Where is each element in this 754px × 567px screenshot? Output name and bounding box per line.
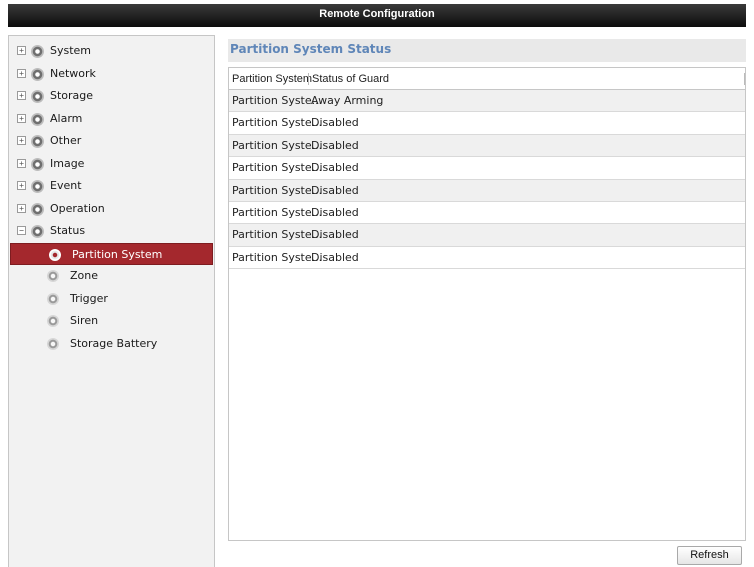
tree-item-label: Alarm <box>50 111 83 125</box>
gear-icon <box>31 45 44 58</box>
gear-icon <box>31 157 44 171</box>
gear-icon <box>31 135 44 148</box>
tree-item-trigger[interactable]: Trigger <box>9 288 214 311</box>
column-header-partition-system[interactable]: Partition System <box>232 68 312 90</box>
partition-cell: Partition Syste... <box>232 116 323 130</box>
tree-item-system[interactable]: + System <box>9 40 214 63</box>
partition-cell: Partition Syste... <box>232 94 323 107</box>
tree-item-status[interactable]: − Status <box>9 220 214 243</box>
tree-item-storage[interactable]: + Storage <box>9 85 214 108</box>
column-divider[interactable] <box>744 73 745 85</box>
expand-icon[interactable]: + <box>17 181 26 190</box>
column-header-status-of-guard[interactable]: Status of Guard <box>312 68 389 90</box>
column-divider[interactable] <box>308 73 309 85</box>
tree-item-label: System <box>50 44 92 57</box>
table-row[interactable]: Partition Syste... Disabled <box>229 179 745 202</box>
tree-item-label: Event <box>50 179 82 192</box>
window-titlebar: Remote Configuration <box>8 4 746 27</box>
tree-item-label: Trigger <box>70 291 108 305</box>
expand-icon[interactable]: + <box>17 203 26 213</box>
expand-icon[interactable]: + <box>17 46 26 55</box>
tree-item-label: Storage Battery <box>70 336 158 350</box>
tree-item-alarm[interactable]: + Alarm <box>9 108 214 131</box>
tree-item-label: Other <box>50 134 82 147</box>
guard-status-cell: Disabled <box>311 138 359 152</box>
status-table: Partition System Status of Guard Partiti… <box>228 67 746 541</box>
table-row[interactable]: Partition Syste... Disabled <box>229 224 745 247</box>
tree-item-label: Status <box>50 224 86 237</box>
gear-icon <box>47 315 59 327</box>
tree-item-partition-system[interactable]: Partition System <box>10 242 213 265</box>
tree-item-label: Image <box>50 156 85 170</box>
table-row[interactable]: Partition Syste... Disabled <box>229 246 745 270</box>
table-row[interactable]: Partition Syste... Away Arming <box>229 90 745 113</box>
partition-cell: Partition Syste... <box>232 250 323 264</box>
tree-item-other[interactable]: + Other <box>9 130 214 153</box>
tree-item-event[interactable]: + Event <box>9 175 214 198</box>
tree-item-label: Siren <box>70 314 99 327</box>
refresh-button[interactable]: Refresh <box>677 546 742 565</box>
guard-status-cell: Disabled <box>311 228 359 242</box>
guard-status-cell: Disabled <box>311 183 359 197</box>
tree-item-label: Operation <box>50 201 105 215</box>
collapse-icon[interactable]: − <box>17 226 26 235</box>
guard-status-cell: Disabled <box>311 205 359 219</box>
table-header: Partition System Status of Guard <box>229 68 745 90</box>
gear-icon <box>31 90 44 103</box>
page-title: Partition System Status <box>230 42 392 56</box>
tree-item-zone[interactable]: Zone <box>9 265 214 288</box>
gear-icon <box>31 225 44 238</box>
tree-item-label: Storage <box>50 89 94 102</box>
table-row[interactable]: Partition Syste... Disabled <box>229 201 745 225</box>
tree-item-label: Zone <box>70 269 99 282</box>
tree-item-image[interactable]: + Image <box>9 153 214 176</box>
expand-icon[interactable]: + <box>17 136 26 145</box>
table-row[interactable]: Partition Syste... Disabled <box>229 134 745 158</box>
guard-status-cell: Disabled <box>311 116 359 130</box>
gear-icon <box>31 202 44 216</box>
partition-cell: Partition Syste... <box>232 183 323 197</box>
guard-status-cell: Away Arming <box>311 94 384 107</box>
expand-icon[interactable]: + <box>17 113 26 123</box>
partition-cell: Partition Syste... <box>232 205 323 219</box>
guard-status-cell: Disabled <box>311 161 359 175</box>
gear-icon <box>47 337 59 350</box>
gear-icon <box>31 67 44 81</box>
guard-status-cell: Disabled <box>311 250 359 264</box>
table-body: Partition Syste... Away Arming Partition… <box>229 90 745 270</box>
tree-item-label: Partition System <box>72 247 163 261</box>
table-row[interactable]: Partition Syste... Disabled <box>229 112 745 135</box>
tree-item-storage-battery[interactable]: Storage Battery <box>9 333 214 356</box>
gear-icon <box>47 270 59 282</box>
gear-icon <box>47 292 59 305</box>
gear-icon <box>31 180 44 193</box>
table-row[interactable]: Partition Syste... Disabled <box>229 157 745 180</box>
expand-icon[interactable]: + <box>17 68 26 78</box>
tree-item-siren[interactable]: Siren <box>9 310 214 333</box>
expand-icon[interactable]: + <box>17 158 26 168</box>
tree-item-operation[interactable]: + Operation <box>9 198 214 221</box>
gear-icon <box>49 248 61 261</box>
partition-cell: Partition Syste... <box>232 228 323 242</box>
config-tree: + System + Network + Storage + Alarm + O… <box>8 35 215 567</box>
expand-icon[interactable]: + <box>17 91 26 100</box>
partition-cell: Partition Syste... <box>232 161 323 175</box>
partition-cell: Partition Syste... <box>232 138 323 152</box>
tree-item-network[interactable]: + Network <box>9 63 214 86</box>
gear-icon <box>31 112 44 126</box>
tree-item-label: Network <box>50 66 96 80</box>
